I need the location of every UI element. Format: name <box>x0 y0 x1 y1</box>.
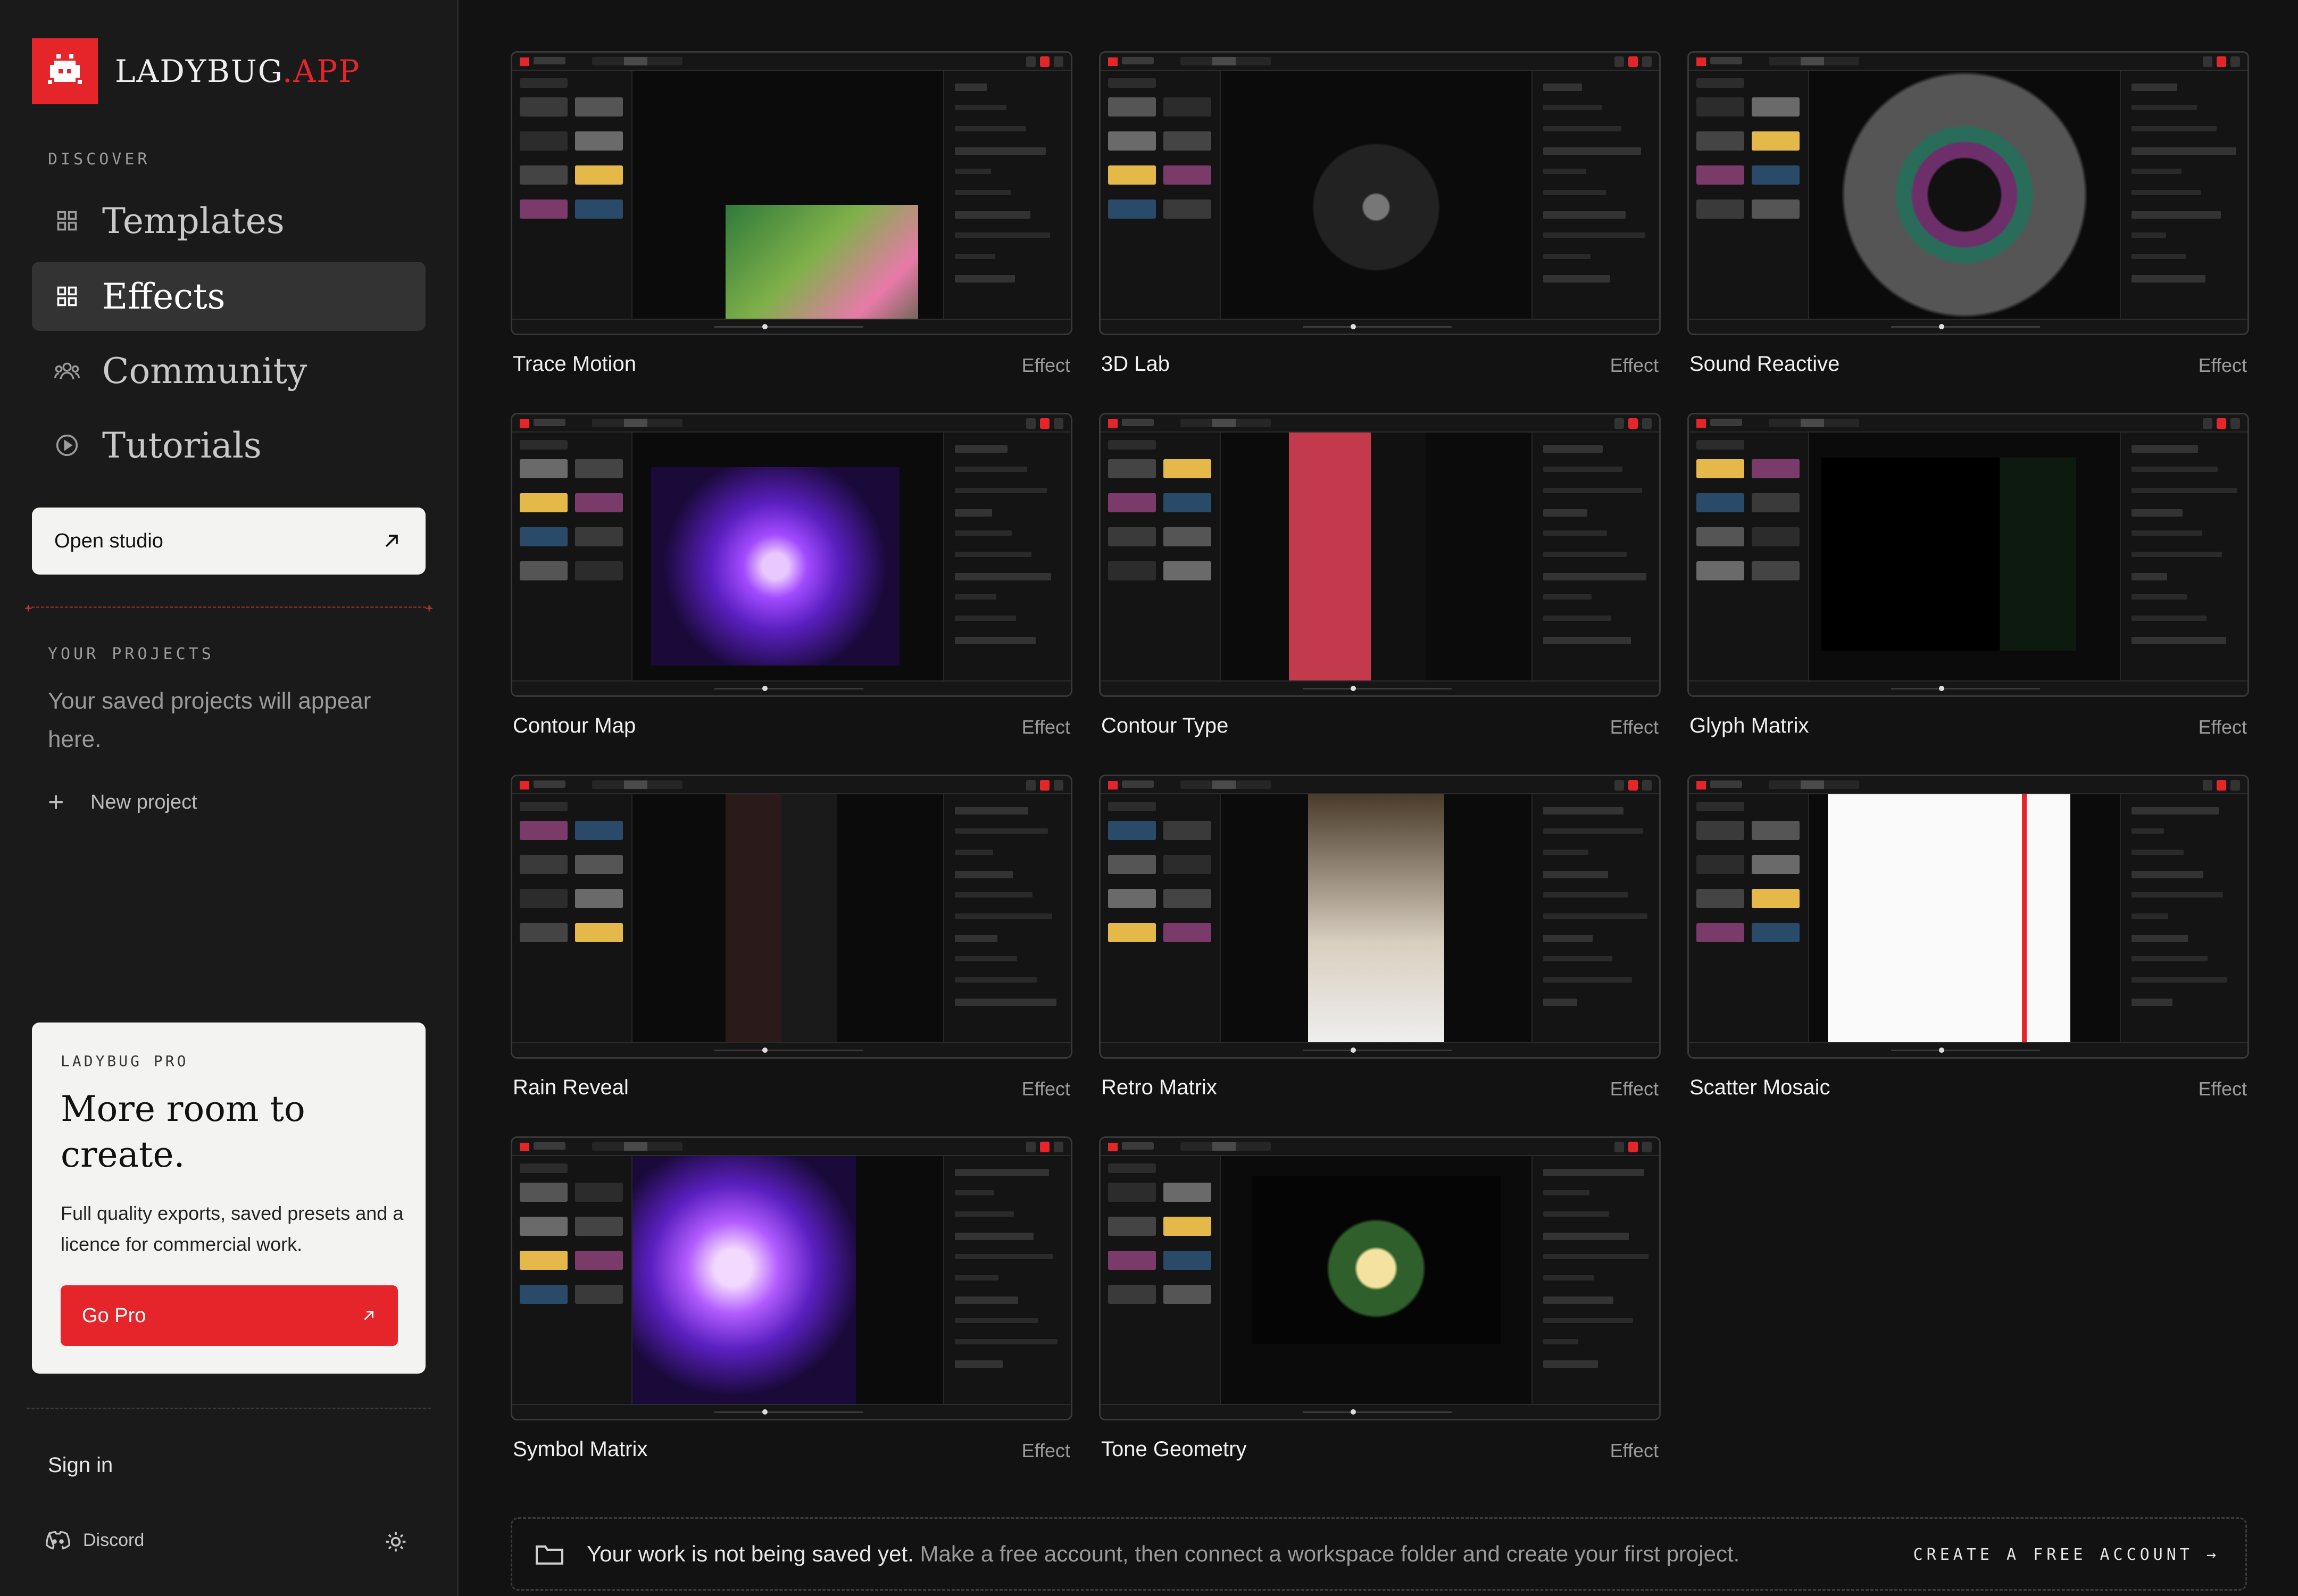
go-pro-button[interactable]: Go Pro <box>61 1285 398 1346</box>
sign-in-link[interactable]: Sign in <box>48 1453 113 1477</box>
effect-title: 3D Lab <box>1101 352 1170 376</box>
arrow-up-right-icon <box>385 535 398 547</box>
discord-link[interactable]: Discord <box>46 1530 144 1551</box>
pro-title: More room to create. <box>61 1088 305 1175</box>
effect-card[interactable]: Trace Motion Effect <box>511 51 1072 381</box>
effect-title: Trace Motion <box>513 352 636 376</box>
nav-label: Tutorials <box>102 425 262 466</box>
effect-title: Sound Reactive <box>1689 352 1840 376</box>
grid-icon <box>53 207 81 235</box>
discord-label: Discord <box>83 1530 145 1550</box>
effect-title: Contour Type <box>1101 714 1229 737</box>
effect-thumbnail <box>1687 413 2249 697</box>
nav-label: Effects <box>102 276 226 317</box>
nav-label: Templates <box>102 200 285 242</box>
effect-title: Rain Reveal <box>513 1076 629 1099</box>
discover-label: DISCOVER <box>48 150 151 169</box>
effect-type-label: Effect <box>1610 1440 1659 1461</box>
effect-thumbnail <box>1687 51 2249 335</box>
effect-title: Glyph Matrix <box>1689 714 1809 737</box>
effect-thumbnail <box>511 413 1072 697</box>
pro-description: Full quality exports, saved presets and … <box>61 1202 404 1255</box>
nav-tutorials[interactable]: Tutorials <box>32 411 426 480</box>
effect-card[interactable]: Retro Matrix Effect <box>1099 775 1661 1104</box>
effect-title: Scatter Mosaic <box>1689 1076 1830 1099</box>
sun-icon <box>386 1532 406 1552</box>
pro-card: LADYBUG PRO More room to create. Full qu… <box>32 1023 426 1374</box>
pro-eyebrow: LADYBUG PRO <box>61 1052 189 1070</box>
people-icon <box>53 357 81 385</box>
effect-type-label: Effect <box>1021 354 1070 376</box>
effect-title: Symbol Matrix <box>513 1437 648 1461</box>
effect-type-label: Effect <box>2198 1078 2247 1100</box>
effect-type-label: Effect <box>1021 1078 1070 1100</box>
effect-card[interactable]: 3D Lab Effect <box>1099 51 1661 381</box>
effect-card[interactable]: Contour Map Effect <box>511 413 1072 743</box>
arrow-up-right-icon <box>364 1311 373 1320</box>
divider: + + <box>24 601 433 616</box>
grid-icon <box>53 282 81 310</box>
effect-card[interactable]: Sound Reactive Effect <box>1687 51 2249 381</box>
folder-icon <box>536 1543 563 1565</box>
logo-text: LADYBUG.APP <box>115 53 361 89</box>
effect-thumbnail <box>1099 1136 1661 1420</box>
effect-card[interactable]: Tone Geometry Effect <box>1099 1136 1661 1466</box>
effect-type-label: Effect <box>1610 716 1659 738</box>
effect-card[interactable]: Glyph Matrix Effect <box>1687 413 2249 743</box>
effect-thumbnail <box>511 51 1072 335</box>
effect-type-label: Effect <box>1021 716 1070 738</box>
effect-type-label: Effect <box>2198 354 2247 376</box>
open-studio-button[interactable]: Open studio <box>32 508 426 575</box>
new-project-label: New project <box>90 791 197 813</box>
effect-card[interactable]: Contour Type Effect <box>1099 413 1661 743</box>
effect-card[interactable]: Scatter Mosaic Effect <box>1687 775 2249 1104</box>
plus-icon: + <box>48 787 64 818</box>
projects-label: YOUR PROJECTS <box>48 645 214 663</box>
effect-thumbnail <box>1687 775 2249 1059</box>
projects-empty-text: Your saved projects will appear here. <box>48 688 371 752</box>
effect-card[interactable]: Symbol Matrix Effect <box>511 1136 1072 1466</box>
discord-icon <box>46 1531 70 1550</box>
new-project-button[interactable]: + New project <box>48 786 197 818</box>
effect-title: Contour Map <box>513 714 636 737</box>
effect-title: Retro Matrix <box>1101 1076 1217 1099</box>
nav-community[interactable]: Community <box>32 336 426 405</box>
open-studio-label: Open studio <box>54 529 163 552</box>
save-notice-banner: Your work is not being saved yet. Make a… <box>511 1517 2247 1591</box>
go-pro-label: Go Pro <box>82 1304 146 1327</box>
effect-type-label: Effect <box>1021 1440 1070 1461</box>
play-circle-icon <box>53 431 81 459</box>
effect-thumbnail <box>1099 413 1661 697</box>
notice-strong: Your work is not being saved yet. <box>587 1541 914 1566</box>
effect-type-label: Effect <box>1610 354 1659 376</box>
theme-toggle-button[interactable] <box>382 1528 410 1556</box>
nav-effects[interactable]: Effects <box>32 262 426 331</box>
create-account-link[interactable]: CREATE A FREE ACCOUNT → <box>1913 1545 2220 1564</box>
ladybug-logo-icon <box>32 38 98 104</box>
effect-thumbnail <box>511 775 1072 1059</box>
nav-label: Community <box>102 350 307 392</box>
effect-type-label: Effect <box>1610 1078 1659 1100</box>
notice-message: Your work is not being saved yet. Make a… <box>587 1541 1739 1567</box>
effect-thumbnail <box>511 1136 1072 1420</box>
effect-type-label: Effect <box>2198 716 2247 738</box>
effect-thumbnail <box>1099 51 1661 335</box>
divider <box>27 1408 431 1409</box>
effect-thumbnail <box>1099 775 1661 1059</box>
nav-templates[interactable]: Templates <box>32 186 426 255</box>
logo[interactable]: LADYBUG.APP <box>32 38 360 104</box>
effect-title: Tone Geometry <box>1101 1437 1247 1461</box>
sidebar: LADYBUG.APP DISCOVER Templates Effects C… <box>0 0 459 1596</box>
effect-card[interactable]: Rain Reveal Effect <box>511 775 1072 1104</box>
notice-rest: Make a free account, then connect a work… <box>913 1541 1740 1566</box>
